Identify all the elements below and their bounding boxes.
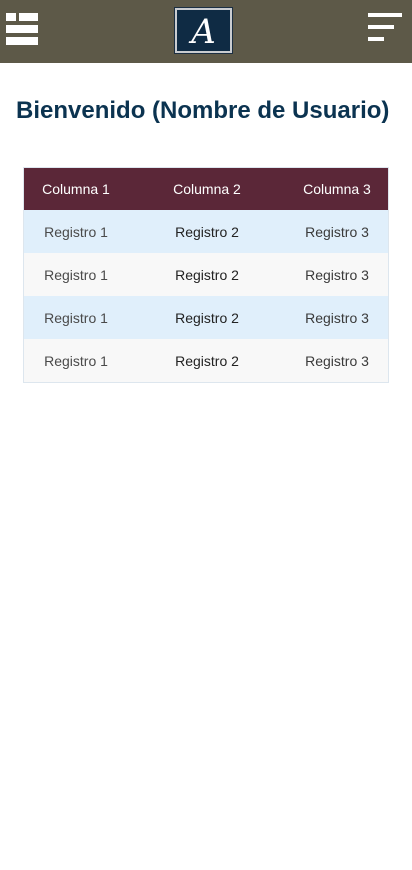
table-cell: Registro 1 (44, 223, 108, 240)
table-cell: Registro 2 (175, 352, 239, 369)
table-header-row: Columna 1 Columna 2 Columna 3 (24, 168, 388, 210)
table-row[interactable]: Registro 1 Registro 2 Registro 3 (24, 296, 388, 339)
menu-bar (368, 37, 384, 41)
column-header[interactable]: Columna 1 (24, 168, 128, 210)
hamburger-menu-icon[interactable] (368, 13, 402, 43)
grid-block (6, 13, 16, 21)
logo[interactable]: A (174, 7, 233, 54)
column-header[interactable]: Columna 3 (286, 168, 388, 210)
menu-bar (368, 25, 394, 29)
page-title: Bienvenido (Nombre de Usuario) (16, 97, 390, 124)
table-cell: Registro 3 (305, 266, 369, 283)
table-cell: Registro 2 (175, 309, 239, 326)
table-cell: Registro 1 (44, 352, 108, 369)
records-table: Columna 1 Columna 2 Columna 3 Registro 1… (23, 167, 389, 383)
table-row[interactable]: Registro 1 Registro 2 Registro 3 (24, 210, 388, 253)
table-cell: Registro 3 (305, 309, 369, 326)
grid-block (6, 37, 38, 45)
top-bar: A (0, 0, 412, 63)
grid-block (19, 13, 38, 21)
grid-block (6, 25, 38, 33)
table-cell: Registro 3 (305, 223, 369, 240)
logo-letter: A (191, 11, 216, 52)
column-header[interactable]: Columna 2 (128, 168, 286, 210)
table-cell: Registro 2 (175, 266, 239, 283)
table-row[interactable]: Registro 1 Registro 2 Registro 3 (24, 253, 388, 296)
table-cell: Registro 3 (305, 352, 369, 369)
table-row[interactable]: Registro 1 Registro 2 Registro 3 (24, 339, 388, 382)
table-cell: Registro 1 (44, 309, 108, 326)
table-cell: Registro 2 (175, 223, 239, 240)
table-cell: Registro 1 (44, 266, 108, 283)
menu-bar (368, 13, 402, 17)
grid-layout-icon[interactable] (6, 13, 38, 45)
